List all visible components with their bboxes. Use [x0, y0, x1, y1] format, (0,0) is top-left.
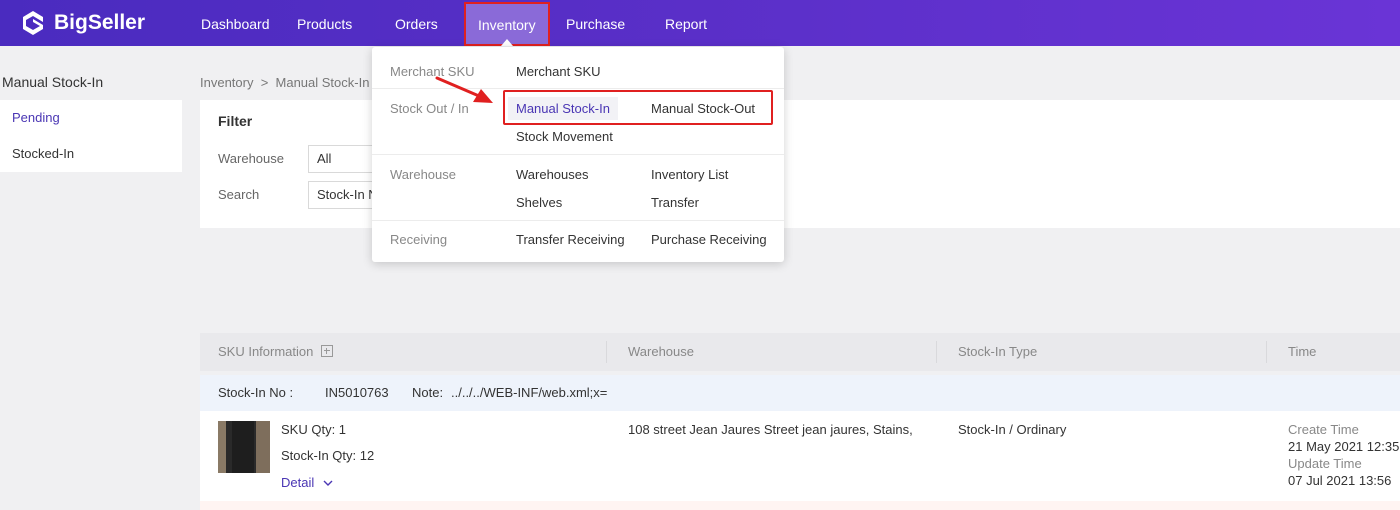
red-arrow-icon — [435, 76, 493, 103]
nav-products[interactable]: Products — [297, 0, 352, 46]
search-filter-label: Search — [218, 187, 260, 202]
stock-in-no-value: IN5010763 — [325, 385, 389, 400]
breadcrumb: Inventory > Manual Stock-In > — [200, 75, 385, 90]
sidebar-menu: Pending Stocked-In — [0, 100, 182, 172]
menu-item-inventory-list[interactable]: Inventory List — [651, 167, 728, 182]
nav-dashboard[interactable]: Dashboard — [201, 0, 270, 46]
sidebar-title: Manual Stock-In — [2, 74, 104, 90]
create-time-value: 21 May 2021 12:35 — [1288, 439, 1400, 454]
group-label-receiving: Receiving — [390, 232, 448, 247]
column-divider — [606, 341, 607, 363]
sidebar: Manual Stock-In Pending Stocked-In — [0, 62, 182, 172]
nav-report[interactable]: Report — [665, 0, 707, 46]
menu-item-transfer[interactable]: Transfer — [651, 195, 699, 210]
stock-in-no-label: Stock-In No : — [218, 385, 294, 400]
th-warehouse: Warehouse — [628, 344, 694, 359]
nav-inventory[interactable]: Inventory — [464, 2, 550, 46]
note-value: ../../../WEB-INF/web.xml;x= — [451, 385, 608, 400]
nav-orders[interactable]: Orders — [395, 0, 438, 46]
product-thumbnail[interactable] — [218, 421, 270, 473]
menu-item-warehouses[interactable]: Warehouses — [516, 167, 589, 182]
row-warehouse: 108 street Jean Jaures Street jean jaure… — [628, 422, 913, 437]
th-stock-in-type: Stock-In Type — [958, 344, 1038, 359]
filter-title: Filter — [218, 113, 253, 129]
order-header-row: Stock-In No : IN5010763 Note: ../../../W… — [200, 375, 1400, 411]
menu-item-merchant-sku[interactable]: Merchant SKU — [516, 64, 601, 79]
menu-item-stock-movement[interactable]: Stock Movement — [516, 129, 613, 144]
highlight-box — [503, 90, 773, 125]
create-time-label: Create Time — [1288, 422, 1359, 437]
inventory-dropdown-menu: Merchant SKU Merchant SKU Stock Out / In… — [372, 47, 784, 262]
table-header: SKU Information Warehouse Stock-In Type … — [200, 333, 1400, 371]
caret-up-icon — [500, 39, 513, 46]
group-label-warehouse: Warehouse — [390, 167, 456, 182]
sku-qty: SKU Qty: 1 — [281, 422, 347, 437]
th-time: Time — [1288, 344, 1317, 359]
menu-divider — [372, 88, 784, 89]
menu-divider — [372, 220, 784, 221]
note-label: Note: — [412, 385, 444, 400]
expand-plus-icon[interactable] — [321, 345, 333, 357]
row-stock-in-type: Stock-In / Ordinary — [958, 422, 1067, 437]
table-row: SKU Qty: 1 Stock-In Qty: 12 Detail 108 s… — [200, 411, 1400, 501]
bigseller-logo[interactable]: BigSeller — [20, 9, 145, 37]
next-row-strip — [200, 501, 1400, 510]
sidebar-item-stocked-in[interactable]: Stocked-In — [0, 136, 182, 172]
top-navbar: BigSeller Dashboard Products Orders Inve… — [0, 0, 1400, 46]
brand-name: BigSeller — [54, 11, 146, 34]
stock-in-qty: Stock-In Qty: 12 — [281, 448, 375, 463]
menu-divider — [372, 154, 784, 155]
update-time-value: 07 Jul 2021 13:56 — [1288, 473, 1392, 488]
column-divider — [1266, 341, 1267, 363]
menu-item-shelves[interactable]: Shelves — [516, 195, 562, 210]
detail-link-label: Detail — [281, 475, 315, 490]
th-sku-information: SKU Information — [218, 333, 333, 371]
nav-purchase[interactable]: Purchase — [566, 0, 625, 46]
chevron-down-icon — [323, 480, 333, 486]
menu-item-purchase-receiving[interactable]: Purchase Receiving — [651, 232, 767, 247]
th-sku-information-label: SKU Information — [218, 344, 314, 359]
column-divider — [936, 341, 937, 363]
detail-link[interactable]: Detail — [281, 475, 333, 490]
bigseller-logo-icon — [23, 11, 43, 35]
menu-item-transfer-receiving[interactable]: Transfer Receiving — [516, 232, 625, 247]
update-time-label: Update Time — [1288, 456, 1362, 471]
warehouse-filter-label: Warehouse — [218, 151, 284, 166]
nav-inventory-label: Inventory — [478, 17, 536, 33]
sidebar-item-pending[interactable]: Pending — [0, 100, 182, 136]
